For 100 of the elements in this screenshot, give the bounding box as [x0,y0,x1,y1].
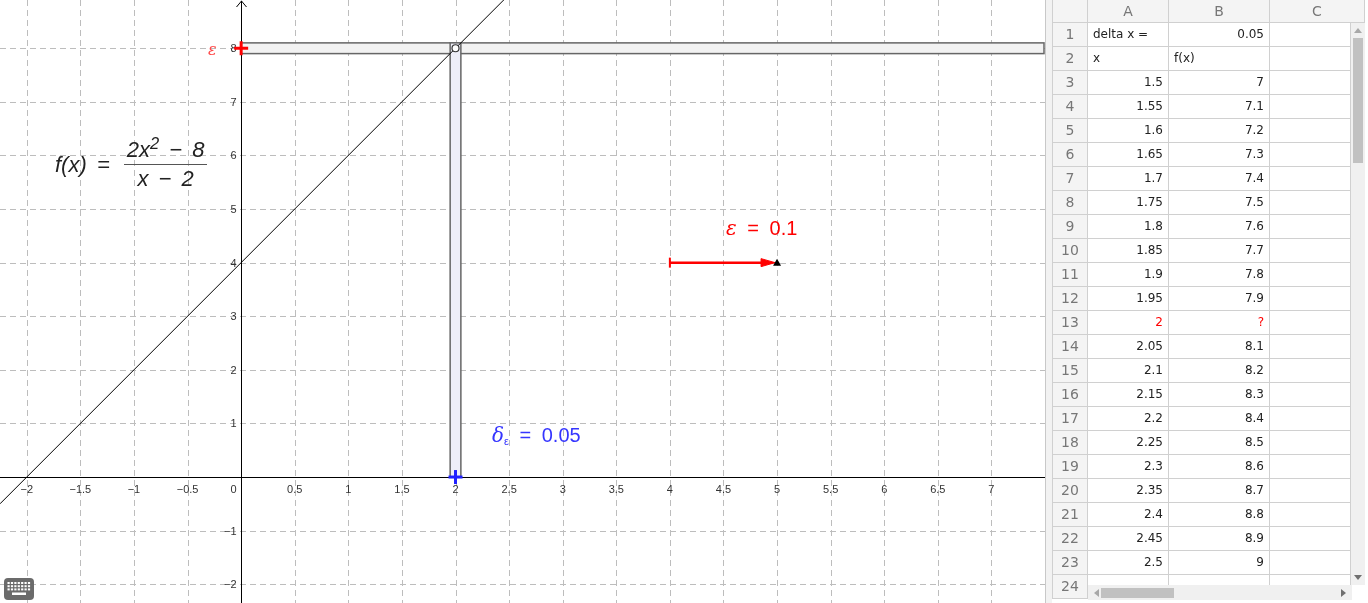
table-cell: delta x = [1088,23,1169,47]
table-cell: 1.8 [1088,215,1169,239]
row-header[interactable]: 13 [1052,311,1088,335]
epsilon-value-label: ε = 0.1 [726,217,798,240]
table-cell: 1.65 [1088,143,1169,167]
row-header[interactable]: 3 [1052,71,1088,95]
x-tick-label: 5.5 [823,482,839,495]
table-cell: 8.9 [1169,527,1270,551]
x-tick-label: −1.5 [69,482,92,495]
row-header[interactable]: 8 [1052,191,1088,215]
row-header[interactable]: 18 [1052,431,1088,455]
x-tick-label: 4.5 [715,482,732,495]
table-cell: 1.6 [1088,119,1169,143]
column-header[interactable]: C [1270,0,1365,23]
horizontal-scrollbar[interactable] [1088,585,1352,600]
table-cell: ? [1169,311,1270,335]
scrollbar-thumb[interactable] [1101,587,1174,598]
cross-marker-icon[interactable] [234,41,249,56]
table-cell: 2 [1088,311,1169,335]
table-cell: 2.2 [1088,407,1169,431]
table-cell: 1.85 [1088,239,1169,263]
x-tick-label: −0.5 [176,482,199,495]
table-cell: 7 [1169,71,1270,95]
table-cell: 7.4 [1169,167,1270,191]
row-header[interactable]: 4 [1052,95,1088,119]
point-label: ε [208,41,217,60]
row-header[interactable]: 12 [1052,287,1088,311]
table-cell: 8.2 [1169,359,1270,383]
slider-thumb-icon[interactable] [773,258,782,266]
row-header[interactable]: 17 [1052,407,1088,431]
x-tick-label: −1 [127,482,141,495]
table-cell: 2.45 [1088,527,1169,551]
column-header[interactable]: A [1088,0,1169,23]
table-cell: 7.6 [1169,215,1270,239]
table-cell: 2.35 [1088,479,1169,503]
row-header[interactable]: 10 [1052,239,1088,263]
row-header[interactable]: 7 [1052,167,1088,191]
table-cell: f(x) [1169,47,1270,71]
x-tick-label: −2 [20,482,34,495]
table-cell: 1.95 [1088,287,1169,311]
table-cell: 7.7 [1169,239,1270,263]
function-formula: f(x) = 2x$^{2}$ − 8 x − 2 [55,137,208,192]
table-cell: 8.1 [1169,335,1270,359]
header-corner-cell[interactable] [1052,0,1088,23]
vertical-scrollbar[interactable] [1351,23,1365,585]
x-tick-label: 6 [881,482,888,495]
table-cell: 7.8 [1169,263,1270,287]
row-header[interactable]: 21 [1052,503,1088,527]
y-tick-label: 5 [230,203,237,216]
y-tick-label: 3 [230,310,237,323]
row-header[interactable]: 24 [1052,575,1088,599]
column-header[interactable]: B [1169,0,1270,23]
x-tick-label: 0.5 [287,482,303,495]
row-header[interactable]: 1 [1052,23,1088,47]
table-cell: 7.9 [1169,287,1270,311]
x-tick-label: 3 [559,482,566,495]
scroll-down-arrow-icon[interactable] [1354,575,1362,580]
x-tick-label: 6.5 [930,482,946,495]
row-header[interactable]: 14 [1052,335,1088,359]
x-tick-label: 1.5 [394,482,410,495]
row-header[interactable]: 20 [1052,479,1088,503]
table-cell: 8.7 [1169,479,1270,503]
table-cell: 2.15 [1088,383,1169,407]
y-tick-label: −2 [223,578,237,591]
x-tick-label: 3.5 [608,482,624,495]
row-header[interactable]: 11 [1052,263,1088,287]
table-cell: 2.5 [1088,551,1169,575]
y-tick-label: 6 [230,149,237,162]
row-header[interactable]: 9 [1052,215,1088,239]
row-header[interactable]: 16 [1052,383,1088,407]
x-tick-label: 7 [988,482,995,495]
y-tick-label: 1 [230,417,237,430]
x-tick-label: 2 [452,482,459,495]
table-cell: 7.2 [1169,119,1270,143]
row-header[interactable]: 19 [1052,455,1088,479]
table-cell: 2.05 [1088,335,1169,359]
row-header[interactable]: 5 [1052,119,1088,143]
table-cell: 7.3 [1169,143,1270,167]
table-cell: 1.7 [1088,167,1169,191]
keyboard-icon[interactable] [4,578,34,600]
x-tick-label: 4 [666,482,673,495]
y-tick-label: −1 [223,524,237,537]
cross-marker-icon[interactable] [448,470,463,485]
table-cell: 8.4 [1169,407,1270,431]
scroll-right-arrow-icon[interactable] [1341,588,1346,597]
row-header[interactable]: 23 [1052,551,1088,575]
table-cell: 7.1 [1169,95,1270,119]
scrollbar-thumb[interactable] [1353,38,1363,163]
table-cell: 1.55 [1088,95,1169,119]
delta-value-label: δ$_{ε}$ = 0.05 [492,424,581,447]
table-cell: 9 [1169,551,1270,575]
x-tick-label: 5 [774,482,781,495]
table-cell: 8.3 [1169,383,1270,407]
row-header[interactable]: 6 [1052,143,1088,167]
row-header[interactable]: 15 [1052,359,1088,383]
row-header[interactable]: 22 [1052,527,1088,551]
table-cell: 8.8 [1169,503,1270,527]
row-header[interactable]: 2 [1052,47,1088,71]
x-tick-label: 0 [230,482,237,495]
epsilon-slider[interactable] [668,256,782,269]
